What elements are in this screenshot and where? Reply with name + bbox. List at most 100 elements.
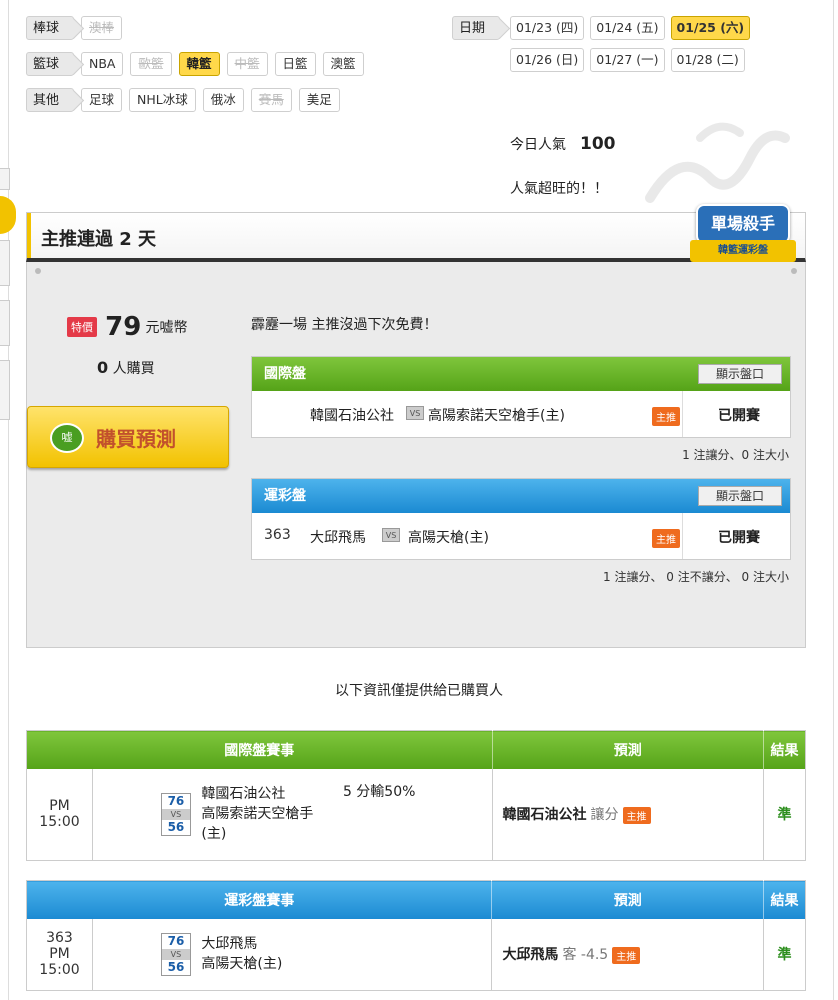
date-chip-0126[interactable]: 01/26 (日)	[510, 48, 585, 72]
vs-icon: VS	[406, 405, 424, 421]
show-odds-button[interactable]: 顯示盤口	[698, 486, 782, 506]
pin-icon	[791, 268, 797, 274]
buy-prediction-button[interactable]: 嘘 購買預測	[27, 406, 229, 468]
shush-logo-icon: 嘘	[50, 423, 84, 453]
market-note: 1 注讓分、0 注大小	[682, 448, 789, 462]
score-b: 56	[167, 819, 185, 834]
results-table-intl: 國際盤賽事 預測 結果 PM 15:00 76 VS 56 韓國石油公社 高陽索…	[26, 730, 806, 861]
pred-sub: 客 -4.5	[562, 947, 609, 964]
score-a: 76	[167, 793, 185, 808]
pred-team: 大邱飛馬	[502, 947, 559, 964]
date-chip-0123[interactable]: 01/23 (四)	[510, 16, 585, 40]
info-line: 以下資訊僅提供給已購買人	[335, 683, 503, 699]
match-status: 已開賽	[718, 530, 760, 546]
team-b: 高陽天槍(主)	[201, 956, 283, 973]
market-title: 國際盤	[264, 366, 306, 382]
header-result: 結果	[763, 880, 806, 919]
popularity-line: 今日人氣 100	[510, 134, 616, 154]
killer-badge: 單場殺手 韓籃運彩盤	[690, 204, 796, 270]
price-block: 特價 79 元嘘幣	[67, 312, 207, 342]
side-tab[interactable]	[0, 360, 10, 420]
market-note: 1 注讓分、 0 注不讓分、 0 注大小	[603, 570, 789, 584]
market-header: 運彩盤 顯示盤口	[252, 479, 790, 513]
date-chip-0127[interactable]: 01/27 (一)	[590, 48, 665, 72]
table-row: PM 15:00 76 VS 56 韓國石油公社 高陽索諾天空槍手(主) 5 分…	[26, 768, 806, 861]
score-b: 56	[167, 959, 185, 974]
price-value: 79	[105, 312, 142, 342]
host-tag: 主推	[652, 407, 680, 426]
pin-icon	[35, 268, 41, 274]
chip-russia-hockey[interactable]: 俄冰	[202, 88, 244, 112]
badge-title: 單場殺手	[696, 204, 790, 244]
results-header: 國際盤賽事 預測 結果	[26, 730, 806, 769]
team-a: 韓國石油公社	[310, 408, 394, 424]
chip-aus-baseball: 澳棒	[81, 16, 123, 40]
chip-aus-basketball[interactable]: 澳籃	[322, 52, 364, 76]
buy-button-label: 購買預測	[96, 427, 176, 451]
chip-american-football[interactable]: 美足	[298, 88, 340, 112]
match-cell: 76 VS 56 大邱飛馬 高陽天槍(主)	[92, 918, 493, 991]
score-box: 76 VS 56	[160, 792, 191, 836]
date-grid: 01/23 (四) 01/24 (五) 01/25 (六) 01/26 (日) …	[510, 16, 786, 72]
match-code: 363	[264, 527, 291, 543]
match-cell: 76 VS 56 韓國石油公社 高陽索諾天空槍手(主) 5 分輸50%	[92, 768, 493, 861]
score-vs: VS	[161, 948, 190, 960]
match-time: 363 PM 15:00	[26, 918, 93, 991]
market-title: 運彩盤	[264, 488, 306, 504]
score-box: 76 VS 56	[160, 932, 191, 976]
chip-japan-basketball[interactable]: 日籃	[274, 52, 316, 76]
popularity-label: 今日人氣	[510, 137, 566, 153]
header-pred: 預測	[492, 730, 765, 769]
match-time: PM 15:00	[26, 768, 93, 861]
category-row-baseball: 棒球 澳棒	[26, 16, 123, 40]
host-tag: 主推	[622, 806, 651, 824]
results-header: 運彩盤賽事 預測 結果	[26, 880, 806, 919]
market-header: 國際盤 顯示盤口	[252, 357, 790, 391]
prediction-cell: 大邱飛馬客 -4.5 主推	[491, 918, 765, 991]
match-code: 363	[46, 930, 73, 947]
date-chip-0125[interactable]: 01/25 (六)	[670, 16, 751, 40]
market-intl: 國際盤 顯示盤口 韓國石油公社 VS 高陽索諾天空槍手(主) 主推 已開賽	[251, 356, 791, 438]
side-tab[interactable]	[0, 168, 10, 190]
header-result: 結果	[763, 730, 806, 769]
prediction-panel: 特價 79 元嘘幣 0 人購買 嘘 購買預測 霹靂一場 主推沒過下次免費！ 國際…	[26, 262, 806, 648]
side-tab[interactable]	[0, 240, 10, 286]
header-match: 國際盤賽事	[26, 730, 493, 769]
header-pred: 預測	[491, 880, 765, 919]
buyers-count: 0 人購買	[97, 358, 155, 378]
section-header: 主推連過 2 天	[26, 212, 806, 262]
host-tag: 主推	[612, 946, 641, 964]
date-label: 日期	[452, 16, 500, 40]
chip-nhl-hockey[interactable]: NHL冰球	[129, 88, 196, 112]
vs-icon: VS	[382, 527, 400, 543]
score-a: 76	[167, 933, 185, 948]
results-table-lottery: 運彩盤賽事 預測 結果 363 PM 15:00 76 VS 56 大邱飛馬 高…	[26, 880, 806, 991]
chip-china-basketball: 中籃	[226, 52, 268, 76]
promo-text: 霹靂一場 主推沒過下次免費！	[251, 317, 438, 333]
category-row-other: 其他 足球 NHL冰球 俄冰 賽馬 美足	[26, 88, 340, 112]
team-b: 高陽天槍(主)	[408, 530, 489, 546]
teams: 韓國石油公社 高陽索諾天空槍手(主)	[201, 784, 331, 844]
result-cell: 準	[777, 807, 792, 824]
market-match-row: 韓國石油公社 VS 高陽索諾天空槍手(主) 主推 已開賽	[252, 391, 790, 437]
chip-nba[interactable]: NBA	[81, 52, 124, 76]
row-divider	[682, 391, 683, 437]
show-odds-button[interactable]: 顯示盤口	[698, 364, 782, 384]
badge-subtitle: 韓籃運彩盤	[690, 240, 796, 262]
chip-soccer[interactable]: 足球	[81, 88, 123, 112]
result-cell: 準	[777, 947, 792, 964]
market-sport-lottery: 運彩盤 顯示盤口 363 大邱飛馬 VS 高陽天槍(主) 主推 已開賽	[251, 478, 791, 560]
chip-korea-basketball[interactable]: 韓籃	[178, 52, 220, 76]
date-chip-0124[interactable]: 01/24 (五)	[590, 16, 665, 40]
header-match: 運彩盤賽事	[26, 880, 493, 919]
category-label: 棒球	[26, 16, 74, 40]
date-chip-0128[interactable]: 01/28 (二)	[670, 48, 745, 72]
match-status: 已開賽	[718, 408, 760, 424]
market-match-row: 363 大邱飛馬 VS 高陽天槍(主) 主推 已開賽	[252, 513, 790, 559]
category-row-basketball: 籃球 NBA 歐籃 韓籃 中籃 日籃 澳籃	[26, 52, 364, 76]
side-tab[interactable]	[0, 300, 10, 346]
buyers-suffix: 人購買	[112, 361, 155, 377]
pred-sub: 讓分	[590, 807, 619, 824]
popularity-status: 人氣超旺的！！	[510, 181, 608, 197]
odds-text: 5 分輸50%	[342, 783, 416, 800]
